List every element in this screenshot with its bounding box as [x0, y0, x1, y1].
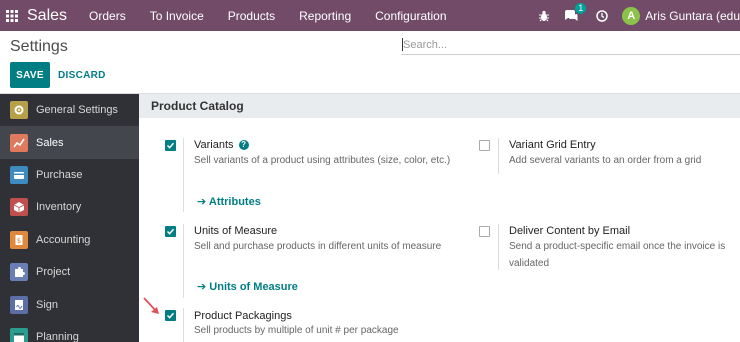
variant-grid-checkbox[interactable]: [479, 140, 490, 151]
check-icon: [166, 142, 175, 149]
app-brand[interactable]: Sales: [27, 7, 67, 25]
apps-menu-icon[interactable]: [0, 0, 24, 31]
deliver-content-description: Send a product-specific email once the i…: [509, 241, 726, 269]
page-title: Settings: [10, 38, 68, 55]
sign-pen-icon: [10, 295, 28, 314]
user-name[interactable]: Aris Guntara (edu: [645, 9, 740, 23]
attributes-link[interactable]: ➔ Attributes: [197, 195, 261, 208]
arrow-right-icon: ➔: [197, 281, 210, 293]
menu-configuration[interactable]: Configuration: [375, 9, 446, 23]
settings-main: Product Catalog Variants? Sell variants …: [139, 94, 740, 342]
sidebar-item-planning[interactable]: Planning: [0, 321, 139, 342]
inventory-box-icon: [10, 198, 28, 217]
sidebar-item-project[interactable]: Project: [0, 256, 139, 288]
deliver-content-checkbox[interactable]: [479, 226, 490, 237]
accounting-doc-icon: $: [10, 230, 28, 249]
debug-bug-icon[interactable]: [538, 10, 550, 22]
setting-divider: [183, 138, 184, 212]
variant-grid-title: Variant Grid Entry: [509, 139, 596, 151]
packagings-description: Sell products by multiple of unit # per …: [194, 325, 399, 336]
sidebar-item-label: Inventory: [36, 201, 82, 214]
uom-link-label: Units of Measure: [209, 281, 298, 293]
packagings-checkbox[interactable]: [165, 310, 176, 321]
sidebar-item-label: Planning: [36, 330, 79, 342]
sidebar-item-label: Project: [36, 266, 71, 279]
planning-calendar-icon: [10, 327, 28, 342]
setting-divider: [183, 308, 184, 342]
check-icon: [166, 228, 175, 235]
activity-clock-icon[interactable]: [596, 9, 609, 22]
menu-products[interactable]: Products: [228, 9, 275, 23]
menu-reporting[interactable]: Reporting: [299, 9, 351, 23]
menu-orders[interactable]: Orders: [89, 9, 126, 23]
sidebar-item-label: Sign: [36, 298, 59, 311]
save-button[interactable]: SAVE: [10, 62, 50, 88]
sidebar-item-label: Purchase: [36, 168, 83, 181]
variants-checkbox[interactable]: [165, 140, 176, 151]
sidebar-item-inventory[interactable]: Inventory: [0, 191, 139, 223]
variant-grid-description: Add several variants to an order from a …: [509, 155, 702, 166]
sidebar-item-accounting[interactable]: $ Accounting: [0, 224, 139, 256]
user-avatar[interactable]: A: [622, 6, 641, 25]
check-icon: [166, 312, 175, 319]
sidebar-item-label: Accounting: [36, 233, 91, 246]
menu-to-invoice[interactable]: To Invoice: [150, 9, 204, 23]
section-title: Product Catalog: [139, 94, 740, 118]
purchase-card-icon: [10, 165, 28, 184]
messages-chat-icon[interactable]: 1: [564, 2, 587, 22]
svg-text:$: $: [17, 237, 21, 245]
text-cursor: [402, 38, 403, 51]
gear-app-icon: [10, 101, 28, 120]
setting-divider: [183, 224, 184, 298]
variants-title-text: Variants: [194, 139, 234, 151]
sidebar-item-purchase[interactable]: Purchase: [0, 159, 139, 191]
discard-button[interactable]: DISCARD: [58, 62, 106, 88]
annotation-arrow-icon: [143, 297, 159, 314]
uom-checkbox[interactable]: [165, 226, 176, 237]
uom-title: Units of Measure: [194, 225, 278, 237]
top-navbar: Sales Orders To Invoice Products Reporti…: [0, 0, 740, 31]
setting-divider: [498, 138, 499, 174]
search-input[interactable]: [401, 35, 740, 55]
project-puzzle-icon: [10, 263, 28, 282]
messages-count-badge: 1: [575, 2, 587, 14]
sidebar-item-sign[interactable]: Sign: [0, 288, 139, 320]
packagings-title: Product Packagings: [194, 310, 292, 322]
variants-description: Sell variants of a product using attribu…: [194, 155, 451, 166]
help-icon[interactable]: ?: [238, 139, 249, 150]
sales-chart-icon: [10, 133, 28, 152]
sidebar-item-label: General Settings: [36, 104, 118, 117]
deliver-content-title: Deliver Content by Email: [509, 225, 631, 237]
attributes-link-label: Attributes: [208, 196, 261, 208]
sidebar-item-general-settings[interactable]: General Settings: [0, 94, 139, 126]
sidebar-item-sales[interactable]: Sales: [0, 126, 139, 159]
arrow-right-icon: ➔: [197, 196, 209, 208]
setting-divider: [498, 224, 499, 270]
sidebar-item-label: Sales: [36, 136, 64, 149]
uom-link[interactable]: ➔ Units of Measure: [197, 280, 298, 293]
uom-description: Sell and purchase products in different …: [194, 241, 442, 252]
settings-sidebar: General Settings Sales Purchase Inventor…: [0, 94, 139, 342]
variants-title: Variants?: [194, 139, 249, 151]
